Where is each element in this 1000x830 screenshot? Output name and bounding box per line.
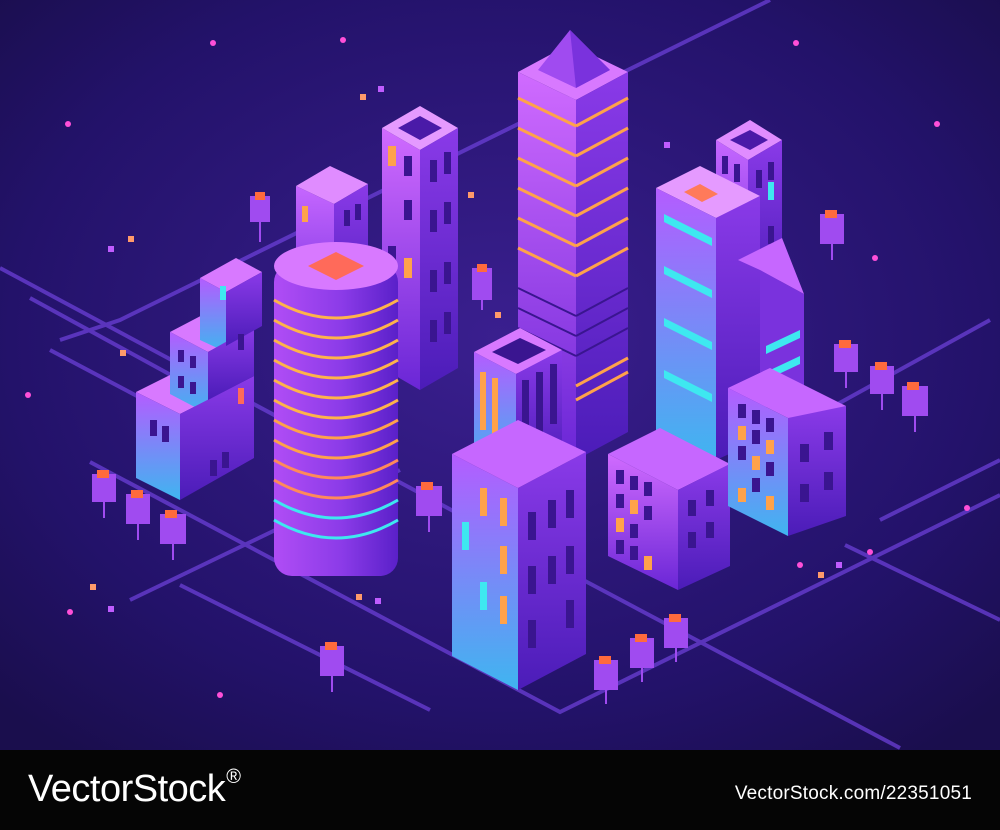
- vectorstock-logo: VectorStock ®: [28, 766, 241, 811]
- image-credit: VectorStock.com/22351051: [734, 783, 972, 804]
- brand-name: VectorStock: [28, 768, 226, 810]
- building-striped-cylinder: [273, 242, 399, 576]
- isometric-neon-city-illustration: [0, 0, 1000, 750]
- watermark-footer: VectorStock ® VectorStock.com/22351051: [0, 750, 1000, 830]
- stock-image: VectorStock ® VectorStock.com/22351051: [0, 0, 1000, 830]
- registered-mark: ®: [226, 766, 241, 788]
